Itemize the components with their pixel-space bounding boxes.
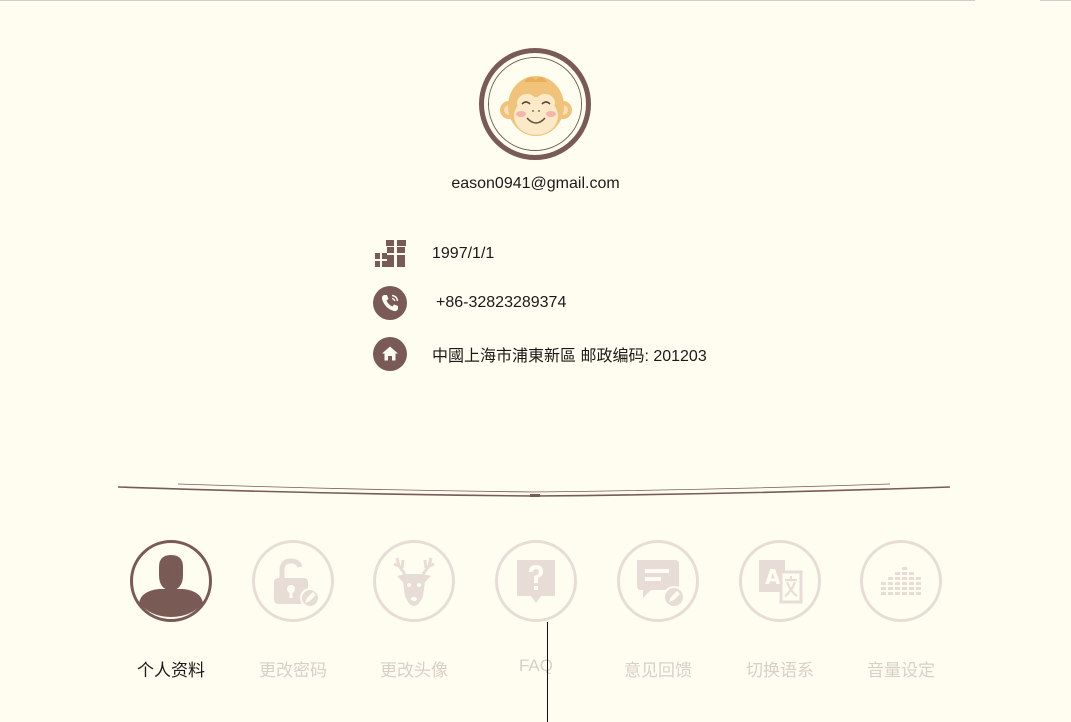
birthday-text: 1997/1/1 [432,245,495,262]
monkey-avatar-image [488,57,582,151]
person-icon [136,546,206,617]
avatar[interactable] [479,48,591,160]
tab-label-faq[interactable]: FAQ [476,656,596,676]
tab-label-change-avatar[interactable]: 更改头像 [354,656,474,681]
translate-icon: A [759,560,803,604]
equalizer-icon [881,567,921,595]
tab-feedback[interactable] [617,540,699,622]
tab-language[interactable]: A [739,540,821,622]
birthday-row: 1997/1/1 [372,236,494,272]
address-row: 中國上海市浦東新區 邮政编码: 201203 [372,336,707,372]
phone-row: +86-32823289374 [372,285,566,321]
tab-change-password[interactable] [252,540,334,622]
unlock-edit-icon [274,558,320,608]
tab-label-language[interactable]: 切换语系 [720,656,840,681]
tab-label-volume[interactable]: 音量设定 [841,656,961,681]
user-email: eason0941@gmail.com [451,175,620,192]
tab-change-avatar[interactable] [373,540,455,622]
phone-text: +86-32823289374 [436,294,567,311]
decorative-divider [118,483,950,497]
tab-volume[interactable] [860,540,942,622]
question-icon [517,560,555,603]
chat-edit-icon [637,560,685,608]
tab-label-change-password[interactable]: 更改密码 [233,656,353,681]
gift-icon [372,236,408,272]
svg-text:A: A [765,565,781,589]
tab-faq[interactable] [495,540,577,622]
tab-label-profile[interactable]: 个人资料 [111,656,231,681]
phone-icon [372,285,408,321]
deer-icon [393,557,435,606]
cursor-line [547,622,548,722]
tab-label-feedback[interactable]: 意见回馈 [598,656,718,681]
top-border-right [1040,0,1071,1]
top-border [0,0,975,1]
home-icon [372,336,408,372]
address-text: 中國上海市浦東新區 邮政编码: 201203 [432,348,707,365]
tab-profile[interactable] [130,540,212,622]
